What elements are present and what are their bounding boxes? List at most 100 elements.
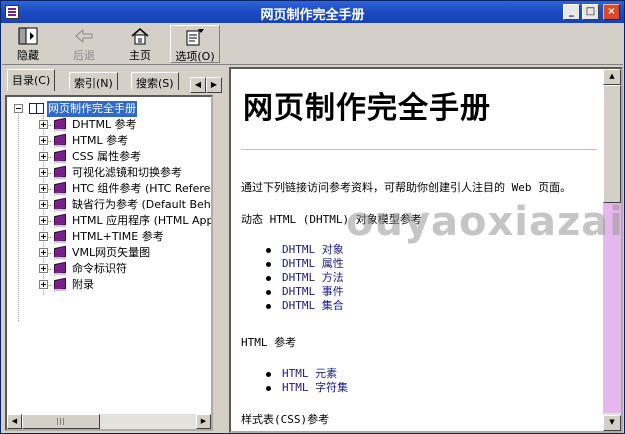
topic-link[interactable]: DHTML 事件 (266, 285, 344, 299)
tree-root-node[interactable]: 网页制作完全手册 (7, 101, 211, 117)
tree-node[interactable]: CSS 属性参考 (7, 149, 211, 165)
title-bar[interactable]: 网页制作完全手册 _ □ × (1, 1, 624, 23)
intro-text: 通过下列链接访问参考资料，可帮助你创建引人注目的 Web 页面。 (241, 181, 572, 194)
toolbar: 隐藏 后退 主页 选项(O) (2, 23, 623, 65)
expand-icon[interactable] (39, 120, 48, 129)
book-icon (53, 165, 69, 180)
book-icon (53, 181, 69, 196)
scroll-left-icon[interactable]: ◀ (7, 414, 22, 429)
back-button[interactable]: 后退 (64, 25, 104, 63)
section-css-title: 样式表(CSS)参考 (241, 413, 330, 426)
hide-button[interactable]: 隐藏 (8, 25, 48, 63)
back-arrow-icon (74, 27, 94, 45)
tree-node-label: 命令标识符 (72, 262, 127, 275)
scroll-up-icon[interactable]: ▲ (603, 69, 621, 85)
options-icon (185, 28, 205, 46)
html-link-list: HTML 元素 HTML 字符集 (266, 367, 348, 395)
dhtml-link-list: DHTML 对象 DHTML 属性 DHTML 方法 DHTML 事件 DHTML 集合 (266, 243, 344, 313)
nav-tabs: 目录(C) 索引(N) 搜索(S) ◀ ▶ (3, 67, 225, 93)
tree-node-label: HTC 组件参考 (HTC Reference) (72, 182, 211, 195)
home-label: 主页 (129, 49, 151, 62)
tree-root-label: 网页制作完全手册 (47, 101, 137, 117)
content-pane: 网页制作完全手册 通过下列链接访问参考资料，可帮助你创建引人注目的 Web 页面… (229, 67, 623, 433)
expand-icon[interactable] (39, 248, 48, 257)
section-html-title: HTML 参考 (241, 336, 297, 349)
topic-link[interactable]: DHTML 属性 (266, 257, 344, 271)
watermark: ouyaoxiazai (346, 199, 623, 245)
expand-icon[interactable] (39, 216, 48, 225)
tree-node[interactable]: HTML+TIME 参考 (7, 229, 211, 245)
tab-index[interactable]: 索引(N) (69, 72, 118, 90)
tree-node[interactable]: 附录 (7, 277, 211, 293)
expand-icon[interactable] (39, 280, 48, 289)
home-icon (130, 27, 150, 45)
tree-node[interactable]: 命令标识符 (7, 261, 211, 277)
book-icon (53, 117, 69, 132)
tab-search[interactable]: 搜索(S) (131, 72, 179, 90)
tree-node-label: VML网页矢量图 (72, 246, 151, 259)
tab-scroll-right-icon[interactable]: ▶ (206, 77, 222, 93)
tree-node-label: 可视化滤镜和切换参考 (72, 166, 182, 179)
tree-node-label: 缺省行为参考 (Default Behaviors) (72, 198, 211, 211)
book-icon (53, 229, 69, 244)
book-icon (53, 261, 69, 276)
expand-icon[interactable] (39, 136, 48, 145)
expand-icon[interactable] (39, 264, 48, 273)
tree-node[interactable]: HTC 组件参考 (HTC Reference) (7, 181, 211, 197)
topic-link[interactable]: DHTML 对象 (266, 243, 344, 257)
expand-icon[interactable] (39, 168, 48, 177)
tree-node[interactable]: VML网页矢量图 (7, 245, 211, 261)
tab-contents[interactable]: 目录(C) (7, 69, 56, 91)
scroll-right-icon[interactable]: ▶ (196, 414, 211, 429)
tree-node-label: HTML 应用程序 (HTML Applications) (72, 214, 213, 227)
back-label: 后退 (73, 49, 95, 62)
tree-node-label: HTML+TIME 参考 (72, 230, 164, 243)
collapse-icon[interactable] (14, 104, 23, 113)
topic-content: 网页制作完全手册 通过下列链接访问参考资料，可帮助你创建引人注目的 Web 页面… (231, 69, 603, 431)
help-window: 网页制作完全手册 _ □ × 隐藏 后退 主页 选项(O) 目录(C) 索引(N… (0, 0, 625, 434)
content-vertical-scrollbar[interactable]: ▲ ▼ (603, 69, 621, 431)
tree-node[interactable]: 可视化滤镜和切换参考 (7, 165, 211, 181)
expand-icon[interactable] (39, 232, 48, 241)
expand-icon[interactable] (39, 184, 48, 193)
open-book-icon (29, 101, 45, 116)
tab-scroll-left-icon[interactable]: ◀ (190, 77, 206, 93)
topic-link[interactable]: HTML 字符集 (266, 381, 348, 395)
book-icon (53, 197, 69, 212)
tree-node-label: DHTML 参考 (72, 118, 137, 131)
tree-node[interactable]: DHTML 参考 (7, 117, 211, 133)
book-icon (53, 213, 69, 228)
expand-icon[interactable] (39, 152, 48, 161)
divider (241, 149, 597, 150)
options-button[interactable]: 选项(O) (170, 25, 220, 63)
options-label: 选项(O) (175, 50, 215, 63)
home-button[interactable]: 主页 (120, 25, 160, 63)
book-icon (53, 277, 69, 292)
tree-node-label: 附录 (72, 278, 94, 291)
minimize-button[interactable]: _ (563, 4, 580, 20)
tab-scroll-arrows: ◀ ▶ (190, 77, 222, 93)
scroll-thumb[interactable] (22, 414, 100, 429)
contents-tree[interactable]: 网页制作完全手册 DHTML 参考 HTML 参考 CSS 属性参考可视化滤镜和切换… (5, 95, 213, 431)
maximize-button[interactable]: □ (582, 4, 599, 20)
window-title: 网页制作完全手册 (260, 8, 365, 23)
topic-link[interactable]: DHTML 集合 (266, 299, 344, 313)
page-title: 网页制作完全手册 (243, 91, 491, 126)
navigation-pane: 目录(C) 索引(N) 搜索(S) ◀ ▶ 网页制作完全手册 DHTML 参考 H… (3, 67, 225, 433)
book-icon (53, 149, 69, 164)
tree-node[interactable]: 缺省行为参考 (Default Behaviors) (7, 197, 211, 213)
tree-node[interactable]: HTML 应用程序 (HTML Applications) (7, 213, 213, 229)
scroll-down-icon[interactable]: ▼ (603, 415, 621, 431)
scroll-thumb[interactable] (603, 85, 621, 203)
tree-node[interactable]: HTML 参考 (7, 133, 211, 149)
hide-label: 隐藏 (17, 49, 39, 62)
book-icon (53, 133, 69, 148)
tree-node-label: HTML 参考 (72, 134, 129, 147)
close-button[interactable]: × (603, 4, 620, 20)
tree-horizontal-scrollbar[interactable]: ◀ ▶ (7, 414, 211, 429)
hide-pane-icon (18, 27, 38, 45)
topic-link[interactable]: DHTML 方法 (266, 271, 344, 285)
topic-link[interactable]: HTML 元素 (266, 367, 348, 381)
expand-icon[interactable] (39, 200, 48, 209)
tree-node-label: CSS 属性参考 (72, 150, 142, 163)
